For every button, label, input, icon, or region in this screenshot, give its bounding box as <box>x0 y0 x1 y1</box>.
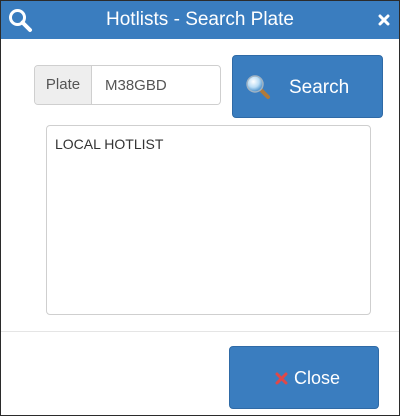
search-button-label: Search <box>289 77 350 98</box>
plate-label: Plate <box>35 66 92 104</box>
results-textarea[interactable]: LOCAL HOTLIST <box>46 125 371 315</box>
search-button[interactable]: Search <box>232 55 383 118</box>
dialog-title: Hotlists - Search Plate <box>106 9 294 30</box>
magnifier-icon <box>245 74 271 100</box>
close-icon[interactable] <box>373 9 395 31</box>
footer-divider <box>1 331 399 332</box>
close-x-icon <box>275 372 288 385</box>
close-button-label: Close <box>294 368 341 388</box>
close-button[interactable]: Close <box>229 346 379 409</box>
results-text: LOCAL HOTLIST <box>55 136 164 152</box>
plate-input[interactable] <box>93 66 219 104</box>
hotlist-search-dialog: Hotlists - Search Plate Plate M38GBD Sea… <box>0 0 400 416</box>
plate-input-group: Plate <box>34 65 221 105</box>
dialog-titlebar: Hotlists - Search Plate <box>1 1 399 39</box>
